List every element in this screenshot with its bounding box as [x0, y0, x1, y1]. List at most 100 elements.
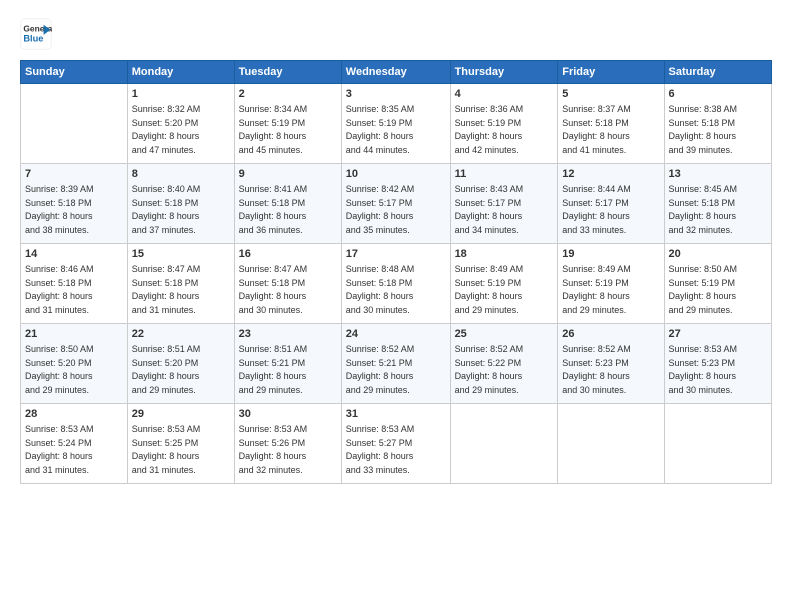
day-detail: Sunrise: 8:52 AM Sunset: 5:23 PM Dayligh… [562, 344, 631, 395]
calendar-cell [664, 404, 771, 484]
day-detail: Sunrise: 8:44 AM Sunset: 5:17 PM Dayligh… [562, 184, 631, 235]
day-detail: Sunrise: 8:49 AM Sunset: 5:19 PM Dayligh… [562, 264, 631, 315]
day-detail: Sunrise: 8:53 AM Sunset: 5:25 PM Dayligh… [132, 424, 201, 475]
day-detail: Sunrise: 8:46 AM Sunset: 5:18 PM Dayligh… [25, 264, 94, 315]
day-detail: Sunrise: 8:41 AM Sunset: 5:18 PM Dayligh… [239, 184, 308, 235]
day-number: 28 [25, 407, 123, 422]
day-detail: Sunrise: 8:53 AM Sunset: 5:24 PM Dayligh… [25, 424, 94, 475]
calendar-table: SundayMondayTuesdayWednesdayThursdayFrid… [20, 60, 772, 484]
week-row-3: 14 Sunrise: 8:46 AM Sunset: 5:18 PM Dayli… [21, 244, 772, 324]
calendar-cell [558, 404, 664, 484]
day-number: 24 [346, 327, 446, 342]
calendar-cell: 19 Sunrise: 8:49 AM Sunset: 5:19 PM Dayli… [558, 244, 664, 324]
day-detail: Sunrise: 8:52 AM Sunset: 5:22 PM Dayligh… [455, 344, 524, 395]
day-detail: Sunrise: 8:37 AM Sunset: 5:18 PM Dayligh… [562, 104, 631, 155]
day-number: 22 [132, 327, 230, 342]
calendar-cell: 9 Sunrise: 8:41 AM Sunset: 5:18 PM Daylig… [234, 164, 341, 244]
day-number: 23 [239, 327, 337, 342]
day-number: 9 [239, 167, 337, 182]
week-row-1: 1 Sunrise: 8:32 AM Sunset: 5:20 PM Daylig… [21, 84, 772, 164]
day-number: 3 [346, 87, 446, 102]
calendar-cell: 10 Sunrise: 8:42 AM Sunset: 5:17 PM Dayli… [341, 164, 450, 244]
day-detail: Sunrise: 8:53 AM Sunset: 5:26 PM Dayligh… [239, 424, 308, 475]
day-header-friday: Friday [558, 61, 664, 84]
calendar-cell: 20 Sunrise: 8:50 AM Sunset: 5:19 PM Dayli… [664, 244, 771, 324]
calendar-cell: 14 Sunrise: 8:46 AM Sunset: 5:18 PM Dayli… [21, 244, 128, 324]
calendar-cell: 2Sunrise: 8:34 AM Sunset: 5:19 PM Daylig… [234, 84, 341, 164]
day-header-sunday: Sunday [21, 61, 128, 84]
calendar-cell: 30 Sunrise: 8:53 AM Sunset: 5:26 PM Dayli… [234, 404, 341, 484]
day-detail: Sunrise: 8:39 AM Sunset: 5:18 PM Dayligh… [25, 184, 94, 235]
calendar-body: 1 Sunrise: 8:32 AM Sunset: 5:20 PM Daylig… [21, 84, 772, 484]
day-number: 27 [669, 327, 767, 342]
day-detail: Sunrise: 8:52 AM Sunset: 5:21 PM Dayligh… [346, 344, 415, 395]
day-number: 11 [455, 167, 554, 182]
calendar-cell [450, 404, 558, 484]
day-number: 6 [669, 87, 767, 102]
day-detail: Sunrise: 8:35 AM Sunset: 5:19 PM Dayligh… [346, 104, 415, 155]
calendar-cell: 12Sunrise: 8:44 AM Sunset: 5:17 PM Dayli… [558, 164, 664, 244]
day-detail: Sunrise: 8:51 AM Sunset: 5:20 PM Dayligh… [132, 344, 201, 395]
calendar-cell: 16 Sunrise: 8:47 AM Sunset: 5:18 PM Dayli… [234, 244, 341, 324]
day-detail: Sunrise: 8:38 AM Sunset: 5:18 PM Dayligh… [669, 104, 738, 155]
calendar-cell: 23Sunrise: 8:51 AM Sunset: 5:21 PM Dayli… [234, 324, 341, 404]
day-number: 20 [669, 247, 767, 262]
calendar-header-row: SundayMondayTuesdayWednesdayThursdayFrid… [21, 61, 772, 84]
day-header-saturday: Saturday [664, 61, 771, 84]
week-row-2: 7 Sunrise: 8:39 AM Sunset: 5:18 PM Daylig… [21, 164, 772, 244]
day-number: 14 [25, 247, 123, 262]
page: General Blue SundayMondayTuesdayWednesda… [0, 0, 792, 612]
calendar-cell: 21Sunrise: 8:50 AM Sunset: 5:20 PM Dayli… [21, 324, 128, 404]
day-number: 26 [562, 327, 659, 342]
day-number: 13 [669, 167, 767, 182]
day-detail: Sunrise: 8:42 AM Sunset: 5:17 PM Dayligh… [346, 184, 415, 235]
day-number: 18 [455, 247, 554, 262]
day-number: 30 [239, 407, 337, 422]
calendar-cell: 28 Sunrise: 8:53 AM Sunset: 5:24 PM Dayli… [21, 404, 128, 484]
day-detail: Sunrise: 8:45 AM Sunset: 5:18 PM Dayligh… [669, 184, 738, 235]
calendar-cell: 24 Sunrise: 8:52 AM Sunset: 5:21 PM Dayli… [341, 324, 450, 404]
week-row-5: 28 Sunrise: 8:53 AM Sunset: 5:24 PM Dayli… [21, 404, 772, 484]
day-number: 19 [562, 247, 659, 262]
day-header-monday: Monday [127, 61, 234, 84]
header: General Blue [20, 18, 772, 50]
calendar-cell: 13 Sunrise: 8:45 AM Sunset: 5:18 PM Dayli… [664, 164, 771, 244]
day-number: 7 [25, 167, 123, 182]
day-number: 10 [346, 167, 446, 182]
day-header-wednesday: Wednesday [341, 61, 450, 84]
calendar-cell: 6 Sunrise: 8:38 AM Sunset: 5:18 PM Daylig… [664, 84, 771, 164]
day-detail: Sunrise: 8:53 AM Sunset: 5:23 PM Dayligh… [669, 344, 738, 395]
calendar-cell: 26 Sunrise: 8:52 AM Sunset: 5:23 PM Dayli… [558, 324, 664, 404]
day-number: 1 [132, 87, 230, 102]
calendar-cell: 1 Sunrise: 8:32 AM Sunset: 5:20 PM Daylig… [127, 84, 234, 164]
week-row-4: 21Sunrise: 8:50 AM Sunset: 5:20 PM Dayli… [21, 324, 772, 404]
day-header-tuesday: Tuesday [234, 61, 341, 84]
day-number: 5 [562, 87, 659, 102]
day-number: 15 [132, 247, 230, 262]
calendar-cell: 5 Sunrise: 8:37 AM Sunset: 5:18 PM Daylig… [558, 84, 664, 164]
day-number: 17 [346, 247, 446, 262]
calendar-cell: 25Sunrise: 8:52 AM Sunset: 5:22 PM Dayli… [450, 324, 558, 404]
day-number: 16 [239, 247, 337, 262]
day-number: 2 [239, 87, 337, 102]
day-detail: Sunrise: 8:53 AM Sunset: 5:27 PM Dayligh… [346, 424, 415, 475]
day-detail: Sunrise: 8:40 AM Sunset: 5:18 PM Dayligh… [132, 184, 201, 235]
calendar-cell: 29Sunrise: 8:53 AM Sunset: 5:25 PM Dayli… [127, 404, 234, 484]
day-header-thursday: Thursday [450, 61, 558, 84]
day-detail: Sunrise: 8:50 AM Sunset: 5:20 PM Dayligh… [25, 344, 94, 395]
day-detail: Sunrise: 8:47 AM Sunset: 5:18 PM Dayligh… [132, 264, 201, 315]
calendar-cell: 4Sunrise: 8:36 AM Sunset: 5:19 PM Daylig… [450, 84, 558, 164]
calendar-cell: 22 Sunrise: 8:51 AM Sunset: 5:20 PM Dayli… [127, 324, 234, 404]
calendar-cell [21, 84, 128, 164]
calendar-cell: 7 Sunrise: 8:39 AM Sunset: 5:18 PM Daylig… [21, 164, 128, 244]
day-number: 4 [455, 87, 554, 102]
calendar-cell: 18 Sunrise: 8:49 AM Sunset: 5:19 PM Dayli… [450, 244, 558, 324]
day-detail: Sunrise: 8:32 AM Sunset: 5:20 PM Dayligh… [132, 104, 201, 155]
day-detail: Sunrise: 8:50 AM Sunset: 5:19 PM Dayligh… [669, 264, 738, 315]
calendar-cell: 27 Sunrise: 8:53 AM Sunset: 5:23 PM Dayli… [664, 324, 771, 404]
calendar-cell: 15 Sunrise: 8:47 AM Sunset: 5:18 PM Dayli… [127, 244, 234, 324]
logo-icon: General Blue [20, 18, 52, 50]
svg-text:Blue: Blue [23, 34, 43, 44]
day-detail: Sunrise: 8:47 AM Sunset: 5:18 PM Dayligh… [239, 264, 308, 315]
day-detail: Sunrise: 8:49 AM Sunset: 5:19 PM Dayligh… [455, 264, 524, 315]
